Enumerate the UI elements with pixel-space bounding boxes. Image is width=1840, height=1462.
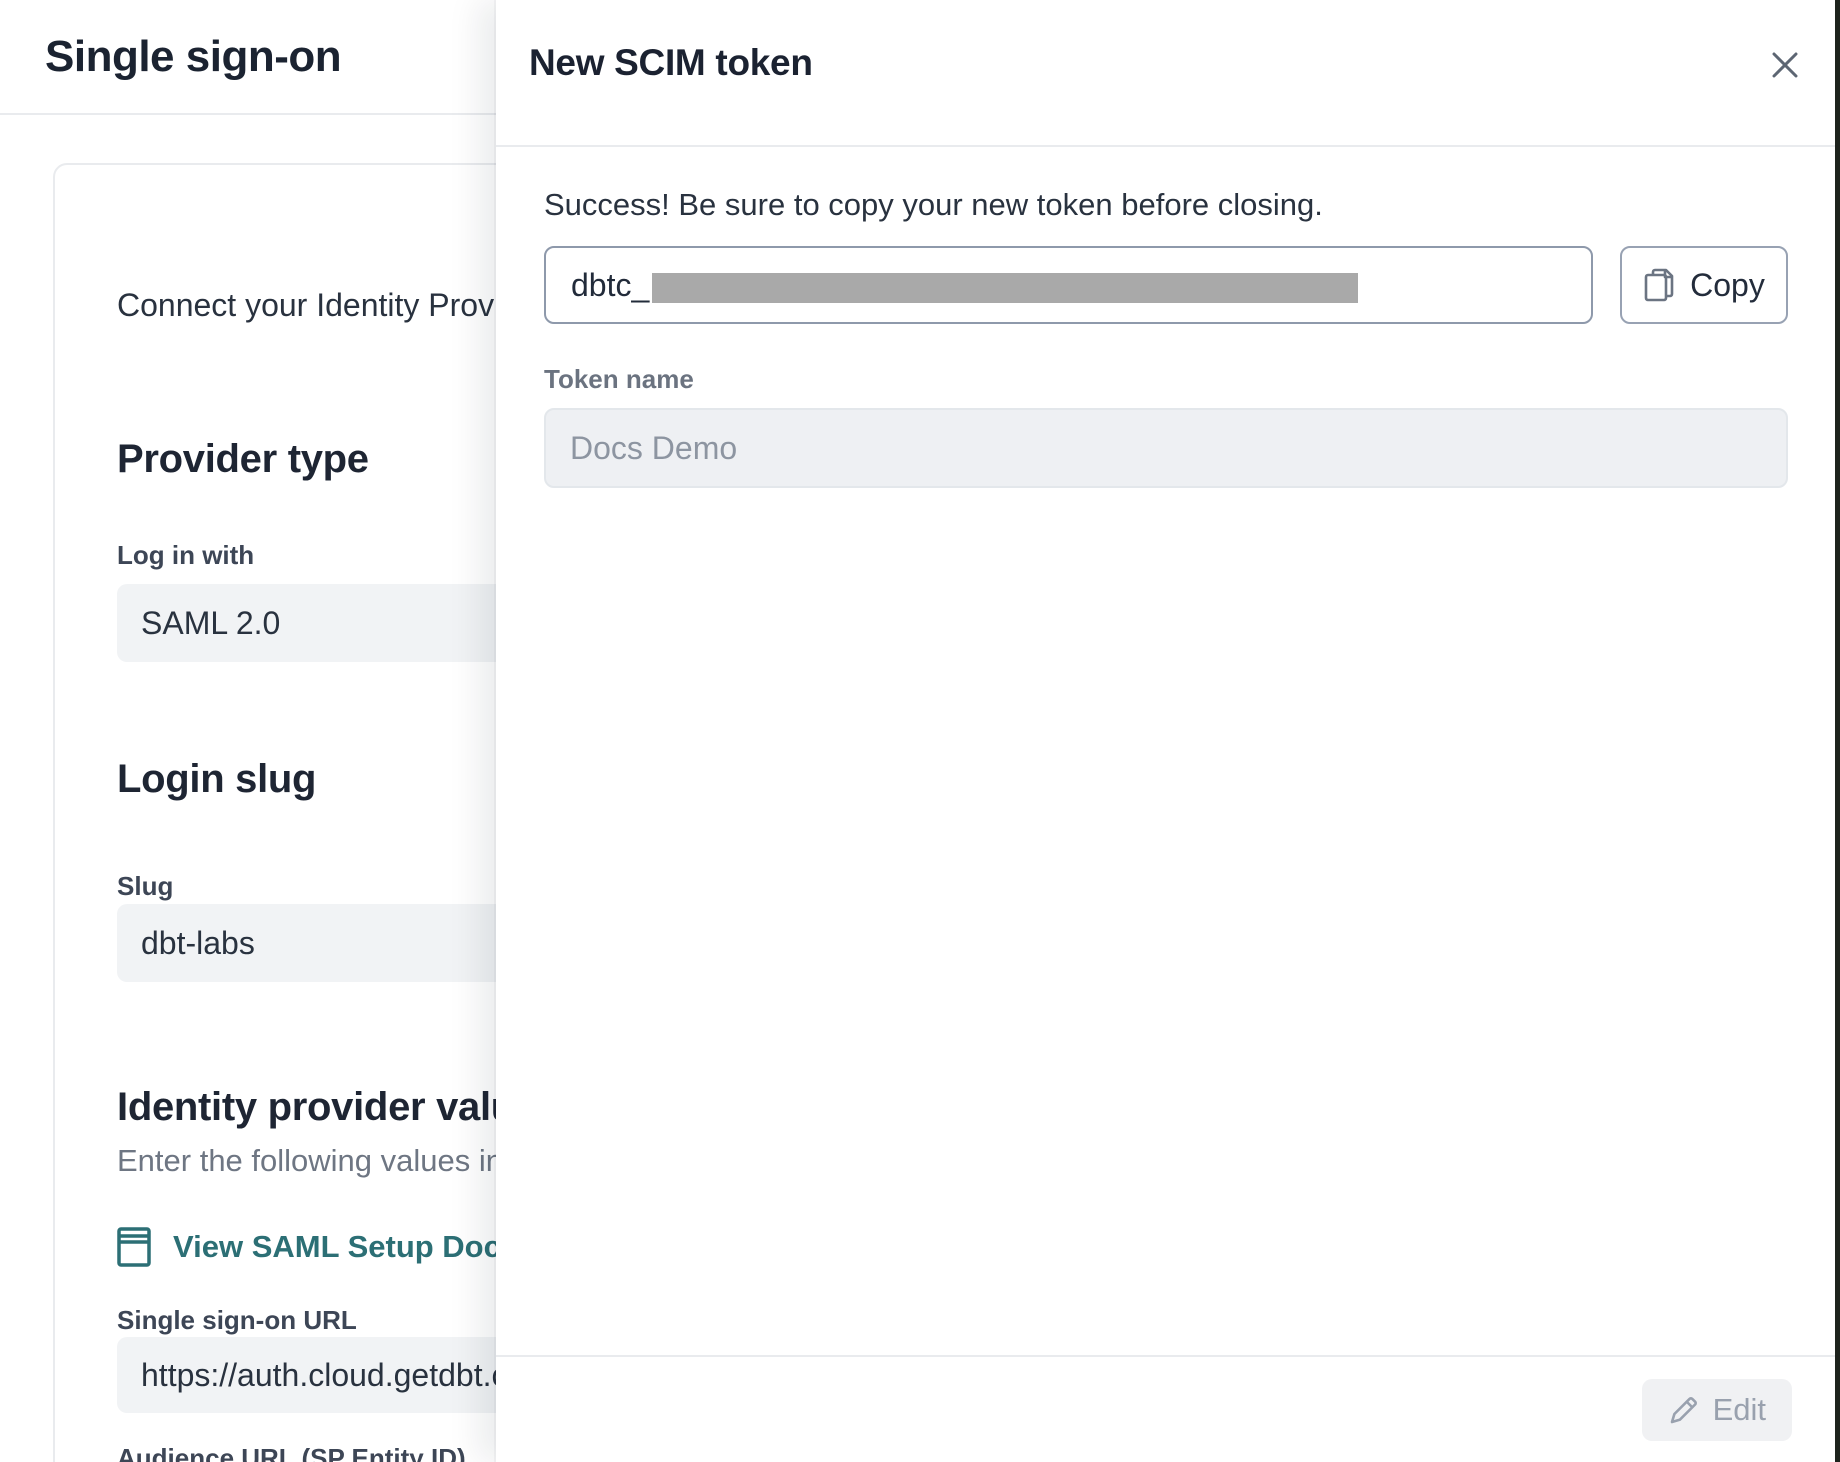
- page-title: Single sign-on: [0, 32, 341, 82]
- screen-right-edge: [1835, 0, 1840, 1462]
- close-button[interactable]: [1766, 46, 1804, 84]
- view-saml-docs-link[interactable]: View SAML Setup Docs: [117, 1227, 518, 1267]
- token-row: dbtc_ Copy: [544, 246, 1788, 324]
- copy-icon: [1643, 267, 1675, 303]
- idp-subtitle: Enter the following values in you: [117, 1143, 562, 1179]
- new-scim-token-modal: New SCIM token Success! Be sure to copy …: [496, 0, 1840, 1462]
- success-message: Success! Be sure to copy your new token …: [544, 187, 1788, 223]
- token-prefix-text: dbtc_: [571, 267, 649, 304]
- audience-url-label: Audience URL (SP Entity ID): [117, 1443, 466, 1462]
- docs-link-label: View SAML Setup Docs: [173, 1229, 518, 1265]
- copy-button[interactable]: Copy: [1620, 246, 1788, 324]
- app-window: Single sign-on Connect your Identity Pro…: [0, 0, 1840, 1462]
- modal-footer: Edit: [496, 1355, 1840, 1462]
- token-name-label: Token name: [544, 364, 1788, 395]
- token-value-field[interactable]: dbtc_: [544, 246, 1593, 324]
- edit-button[interactable]: Edit: [1642, 1379, 1792, 1441]
- provider-type-heading: Provider type: [117, 437, 369, 482]
- login-with-label: Log in with: [117, 540, 254, 571]
- close-icon: [1769, 49, 1801, 81]
- modal-body: Success! Be sure to copy your new token …: [496, 147, 1840, 488]
- docs-book-icon: [117, 1227, 151, 1267]
- modal-header: New SCIM token: [496, 0, 1840, 147]
- token-name-field[interactable]: Docs Demo: [544, 408, 1788, 488]
- page-header: Single sign-on: [0, 0, 496, 115]
- sso-url-label: Single sign-on URL: [117, 1305, 357, 1336]
- pencil-icon: [1668, 1394, 1700, 1426]
- modal-title: New SCIM token: [529, 42, 813, 84]
- idp-values-heading: Identity provider values: [117, 1085, 559, 1130]
- slug-label: Slug: [117, 871, 173, 902]
- login-slug-heading: Login slug: [117, 757, 316, 802]
- copy-button-label: Copy: [1690, 267, 1765, 304]
- token-redaction-bar: [652, 273, 1358, 303]
- edit-button-label: Edit: [1713, 1392, 1766, 1428]
